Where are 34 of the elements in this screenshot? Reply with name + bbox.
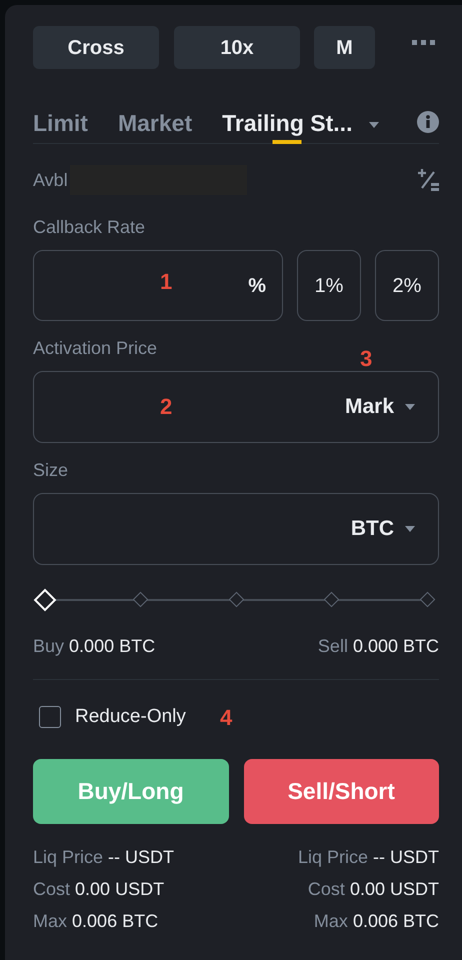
preset-button[interactable]: 1%	[297, 250, 361, 321]
plus-minus-icon[interactable]	[417, 168, 439, 192]
summary-text: Liq Price -- USDT	[298, 846, 439, 868]
annotation-number: 2	[160, 396, 172, 418]
order-type-tab[interactable]: Trailing St...	[222, 103, 352, 143]
sell-short-button[interactable]: Sell/Short	[244, 759, 439, 824]
caret-icon	[368, 121, 380, 129]
caret-icon	[404, 403, 416, 411]
available-label: Avbl	[33, 168, 68, 192]
summary-text: Liq Price -- USDT	[33, 846, 174, 868]
summary-text: Max 0.006 BTC	[33, 910, 158, 932]
annotation-number: 4	[220, 707, 232, 729]
more-icon[interactable]	[412, 40, 435, 45]
size-field[interactable]: BTC	[33, 493, 439, 565]
field-label: Activation Price	[33, 337, 158, 360]
reduce-only-checkbox[interactable]	[39, 706, 61, 728]
field-label: Size	[33, 459, 68, 482]
amount-text: Sell 0.000 BTC	[318, 635, 439, 658]
order-type-tab[interactable]: Market	[118, 103, 192, 143]
caret-icon	[404, 525, 416, 533]
summary-text: Max 0.006 BTC	[314, 910, 439, 932]
order-type-tab[interactable]: Limit	[33, 103, 88, 143]
toolbar-button[interactable]: M	[314, 26, 375, 69]
annotation-number: 1	[160, 271, 172, 293]
toolbar-button[interactable]: Cross	[33, 26, 159, 69]
amount-text: Buy 0.000 BTC	[33, 635, 156, 658]
summary-text: Cost 0.00 USDT	[308, 878, 439, 900]
info-icon[interactable]	[417, 111, 439, 133]
field-label: Callback Rate	[33, 216, 146, 239]
summary-text: Cost 0.00 USDT	[33, 878, 164, 900]
preset-button[interactable]: 2%	[375, 250, 439, 321]
annotation-number: 3	[360, 348, 372, 370]
toolbar-button[interactable]: 10x	[174, 26, 300, 69]
reduce-only-label: Reduce-Only	[75, 704, 186, 729]
